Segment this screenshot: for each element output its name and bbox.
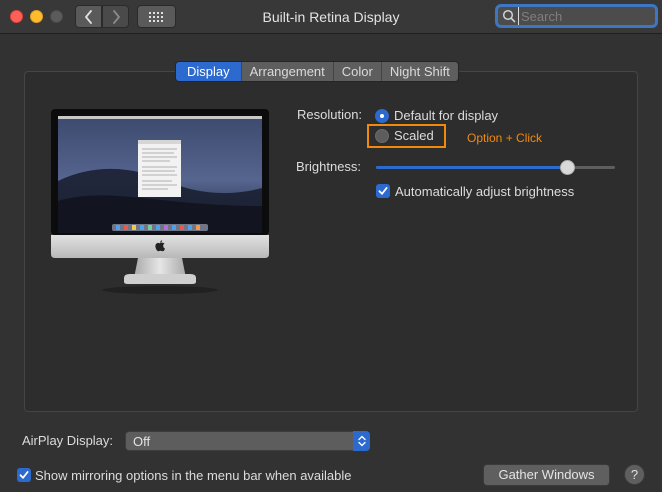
help-button[interactable]: ? <box>624 464 645 485</box>
forward-button[interactable] <box>102 5 129 28</box>
minimize-window-button[interactable] <box>30 10 43 23</box>
zoom-window-button[interactable] <box>50 10 63 23</box>
grid-icon <box>148 11 163 22</box>
option-click-hint: Option + Click <box>467 131 543 145</box>
checkmark-icon <box>19 471 29 479</box>
mirroring-label[interactable]: Show mirroring options in the menu bar w… <box>35 468 352 483</box>
tab-color[interactable]: Color <box>332 62 381 81</box>
checkmark-icon <box>378 187 388 195</box>
chevron-up-down-icon <box>357 435 366 447</box>
chevron-right-icon <box>112 9 120 24</box>
title-bar: Built-in Retina Display <box>0 0 662 34</box>
airplay-display-select[interactable]: Off <box>125 431 370 451</box>
scaled-label[interactable]: Scaled <box>394 128 434 143</box>
tab-night-shift[interactable]: Night Shift <box>380 62 458 81</box>
close-window-button[interactable] <box>10 10 23 23</box>
search-icon <box>502 9 516 23</box>
auto-brightness-label[interactable]: Automatically adjust brightness <box>395 184 574 199</box>
brightness-slider[interactable] <box>376 160 615 175</box>
search-field[interactable] <box>495 4 658 28</box>
tab-display[interactable]: Display <box>176 62 241 81</box>
auto-brightness-checkbox[interactable] <box>376 184 390 198</box>
airplay-display-label: AirPlay Display: <box>22 433 114 448</box>
tab-arrangement[interactable]: Arrangement <box>240 62 333 81</box>
select-stepper[interactable] <box>353 431 370 451</box>
imac-illustration <box>40 106 280 306</box>
brightness-slider-fill <box>376 166 568 169</box>
radio-default-for-display[interactable] <box>375 109 389 123</box>
brightness-label: Brightness: <box>296 159 362 174</box>
mirroring-checkbox[interactable] <box>17 468 31 482</box>
gather-windows-button[interactable]: Gather Windows <box>483 464 610 486</box>
show-all-button[interactable] <box>137 5 176 28</box>
tab-bar: Display Arrangement Color Night Shift <box>175 61 459 82</box>
airplay-display-value: Off <box>133 434 151 449</box>
back-button[interactable] <box>75 5 102 28</box>
radio-scaled[interactable] <box>375 129 389 143</box>
search-input[interactable] <box>518 7 652 25</box>
resolution-label: Resolution: <box>297 107 363 122</box>
window-title: Built-in Retina Display <box>262 9 400 25</box>
chevron-left-icon <box>84 9 92 24</box>
default-for-display-label[interactable]: Default for display <box>394 108 498 123</box>
